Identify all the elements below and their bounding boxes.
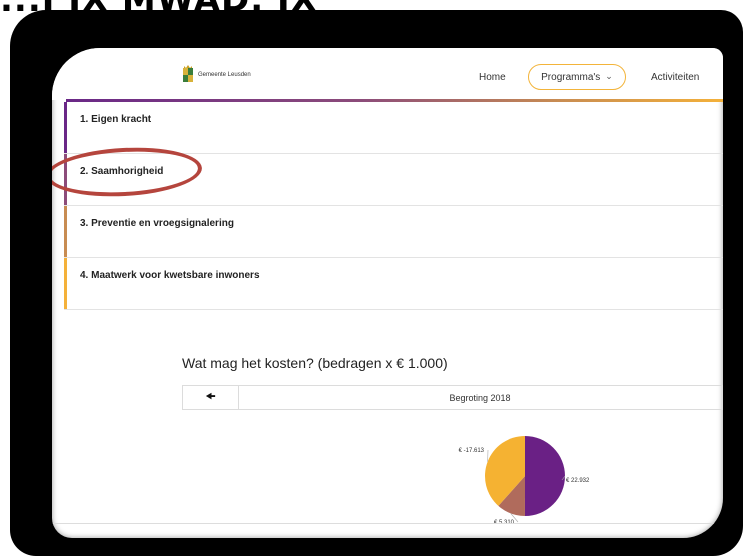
crest-icon: [183, 65, 193, 82]
nav-programmas-label: Programma's: [541, 71, 601, 83]
pie-label: € -17.613: [459, 448, 485, 454]
costs-title: Wat mag het kosten? (bedragen x € 1.000): [182, 355, 448, 371]
budget-selector: 🠜 Begroting 2018: [182, 385, 723, 410]
nav-home[interactable]: Home: [479, 72, 506, 83]
browser-card: Gemeente Leusden Home Programma's ⌄ Acti…: [52, 48, 723, 538]
nav-activiteiten[interactable]: Activiteiten: [651, 72, 699, 83]
budget-year-label: Begroting 2018: [449, 392, 511, 403]
program-label: 3. Preventie en vroegsignalering: [80, 218, 234, 229]
section-divider: [52, 523, 723, 524]
program-label: 4. Maatwerk voor kwetsbare inwoners: [80, 270, 260, 281]
program-color-bar: [64, 258, 67, 309]
site-logo[interactable]: Gemeente Leusden: [182, 65, 251, 85]
program-list: 1. Eigen kracht 2. Saamhorigheid 3. Prev…: [64, 102, 723, 310]
program-label: 1. Eigen kracht: [80, 114, 152, 125]
chevron-down-icon: ⌄: [605, 70, 613, 81]
nav-programmas-dropdown[interactable]: Programma's ⌄: [528, 64, 626, 90]
pie-slice[interactable]: [524, 436, 566, 516]
program-color-bar: [64, 102, 67, 153]
program-item-eigen-kracht[interactable]: 1. Eigen kracht: [64, 102, 723, 154]
pie-svg: € 22.932€ 5.310€ -17.613: [459, 436, 590, 526]
site-header: Gemeente Leusden Home Programma's ⌄ Acti…: [52, 48, 723, 100]
arrow-left-icon[interactable]: 🠜: [183, 386, 239, 409]
program-color-bar: [64, 206, 67, 257]
program-item-preventie[interactable]: 3. Preventie en vroegsignalering: [64, 206, 723, 258]
cost-pie-chart: € 22.932€ 5.310€ -17.613: [432, 428, 632, 538]
program-item-maatwerk[interactable]: 4. Maatwerk voor kwetsbare inwoners: [64, 258, 723, 310]
pie-label: € 22.932: [566, 478, 590, 484]
screenshot-frame: Gemeente Leusden Home Programma's ⌄ Acti…: [10, 10, 743, 556]
logo-text: Gemeente Leusden: [198, 72, 251, 78]
